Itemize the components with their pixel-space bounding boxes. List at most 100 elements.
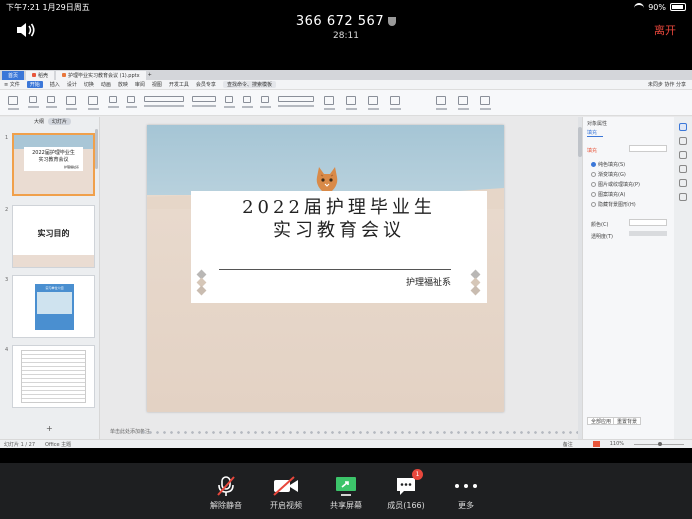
- radio-hide-background[interactable]: 隐藏背景图形(H): [591, 201, 636, 208]
- font-size-dropdown[interactable]: [190, 95, 218, 111]
- menu-member[interactable]: 会员专享: [196, 81, 216, 88]
- slide-thumbnail-4[interactable]: [12, 345, 95, 408]
- textbox-icon[interactable]: [320, 95, 338, 111]
- menu-start[interactable]: 开始: [26, 81, 43, 88]
- thumb2-title: 实习目的: [37, 229, 70, 238]
- menu-review[interactable]: 审阅: [135, 81, 145, 88]
- shapes-icon[interactable]: [342, 95, 360, 111]
- tab-home[interactable]: 首页: [2, 70, 25, 80]
- wifi-icon: [634, 3, 645, 11]
- menu-insert[interactable]: 插入: [50, 81, 60, 88]
- help-icon[interactable]: [679, 193, 687, 201]
- find-icon[interactable]: [454, 95, 472, 111]
- shield-icon: [388, 17, 397, 26]
- tab-slides[interactable]: 幻灯片: [48, 118, 72, 125]
- menu-file[interactable]: ≡ 文件: [4, 81, 20, 88]
- thumbnail-scrollbar[interactable]: [95, 129, 98, 169]
- apply-all-button[interactable]: 全部应用: [587, 417, 616, 425]
- menu-slideshow[interactable]: 放映: [118, 81, 128, 88]
- members-label: 成员(166): [387, 501, 425, 510]
- color-label: 颜色(C): [591, 222, 609, 228]
- slide-title-line2[interactable]: 实习教育会议: [191, 216, 487, 242]
- thumbnail-tabs: 大纲 幻灯片: [0, 117, 99, 126]
- add-slide-button[interactable]: +: [46, 424, 53, 433]
- color-dropdown[interactable]: [629, 219, 667, 226]
- menu-sync-share[interactable]: 未同步 协作 分享: [648, 81, 686, 88]
- notes-divider[interactable]: [140, 430, 582, 435]
- reset-icon[interactable]: [124, 95, 138, 111]
- unmute-button[interactable]: 解除静音: [206, 475, 246, 519]
- menu-developer[interactable]: 开发工具: [169, 81, 189, 88]
- transparency-slider[interactable]: [629, 231, 667, 236]
- bold-icon[interactable]: [222, 95, 236, 111]
- meeting-id-text: 366 672 567: [295, 14, 385, 29]
- new-slide-icon[interactable]: [84, 95, 102, 111]
- outline-icon[interactable]: [386, 95, 404, 111]
- slide-department[interactable]: 护理福祉系: [406, 275, 451, 288]
- properties-fill-tab[interactable]: 填充: [587, 129, 603, 137]
- tab-document[interactable]: 护理毕业实习教育会议 (1).pptx: [56, 70, 146, 80]
- paragraph-icon[interactable]: [276, 95, 316, 111]
- properties-icon[interactable]: [679, 123, 687, 131]
- thumb-number-2: 2: [5, 207, 9, 213]
- fill-type-dropdown[interactable]: [629, 145, 667, 152]
- leave-button[interactable]: 离开: [654, 22, 676, 38]
- underline-icon[interactable]: [258, 95, 272, 111]
- start-video-button[interactable]: 开启视频: [266, 475, 306, 519]
- thumb4-table: [21, 350, 86, 403]
- meeting-id[interactable]: 366 672 567: [0, 14, 692, 29]
- slide-canvas[interactable]: 2022届护理毕业生 实习教育会议 护理福祉系: [147, 125, 504, 412]
- ribbon-toolbar: [0, 90, 692, 116]
- zoom-slider[interactable]: [634, 441, 684, 446]
- current-start-icon[interactable]: [62, 95, 80, 111]
- fill-section-header[interactable]: 填充: [587, 147, 597, 154]
- animation-icon[interactable]: [679, 137, 687, 145]
- select-icon[interactable]: [476, 95, 494, 111]
- notes-toggle[interactable]: 备注: [563, 441, 573, 448]
- radio-pattern-fill[interactable]: 图案填充(A): [591, 191, 625, 198]
- play-slideshow-icon[interactable]: [592, 441, 600, 447]
- tab-daoke[interactable]: 稻壳: [26, 70, 55, 80]
- settings-icon[interactable]: [679, 165, 687, 173]
- italic-icon[interactable]: [240, 95, 254, 111]
- battery-icon: [670, 3, 686, 11]
- more-label: 更多: [458, 501, 474, 510]
- menu-animation[interactable]: 动画: [101, 81, 111, 88]
- tab-daoke-label: 稻壳: [38, 72, 49, 79]
- layout-icon[interactable]: [106, 95, 120, 111]
- cut-icon[interactable]: [26, 95, 40, 111]
- radio-hide-background-label: 隐藏背景图形(H): [598, 202, 636, 208]
- thumb3-image: 实习单位介绍: [35, 284, 74, 330]
- presentation-tools-icon[interactable]: [432, 95, 450, 111]
- members-button[interactable]: 1 成员(166): [386, 469, 426, 519]
- slide-thumbnail-1[interactable]: 2022届护理毕业生 实习教育会议 护理福祉系: [12, 133, 95, 196]
- menu-transition[interactable]: 切换: [84, 81, 94, 88]
- camera-off-icon: [273, 476, 298, 496]
- slide-thumbnail-2[interactable]: 实习目的: [12, 205, 95, 268]
- reset-background-button[interactable]: 重置背景: [613, 417, 642, 425]
- radio-gradient-fill[interactable]: 渐变填充(G): [591, 171, 626, 178]
- menu-design[interactable]: 设计: [67, 81, 77, 88]
- share-panel-icon[interactable]: [679, 179, 687, 187]
- menu-view[interactable]: 视图: [152, 81, 162, 88]
- share-screen-button[interactable]: 共享屏幕: [326, 475, 366, 519]
- theme-name: Office 主题: [45, 441, 72, 448]
- paste-icon[interactable]: [4, 95, 22, 111]
- font-name-dropdown[interactable]: [142, 95, 186, 111]
- zoom-level[interactable]: 110%: [610, 441, 624, 447]
- radio-solid-fill[interactable]: 纯色填充(S): [591, 161, 625, 168]
- more-button[interactable]: 更多: [446, 475, 486, 519]
- radio-picture-fill[interactable]: 图片或纹理填充(P): [591, 181, 640, 188]
- tab-outline[interactable]: 大纲: [34, 118, 44, 125]
- arrange-icon[interactable]: [364, 95, 382, 111]
- more-dots-icon: [455, 484, 477, 488]
- slide-counter: 幻灯片 1 / 27: [4, 441, 35, 448]
- pptx-icon: [62, 73, 67, 77]
- shapes-panel-icon[interactable]: [679, 151, 687, 159]
- radio-pattern-fill-label: 图案填充(A): [598, 192, 626, 198]
- format-painter-icon[interactable]: [44, 95, 58, 111]
- app-status-bar: 幻灯片 1 / 27 Office 主题 备注 110%: [0, 439, 692, 448]
- new-tab-button[interactable]: +: [148, 72, 152, 78]
- command-search[interactable]: 查找命令、搜索模板: [222, 81, 276, 88]
- slide-thumbnail-3[interactable]: 实习单位介绍: [12, 275, 95, 338]
